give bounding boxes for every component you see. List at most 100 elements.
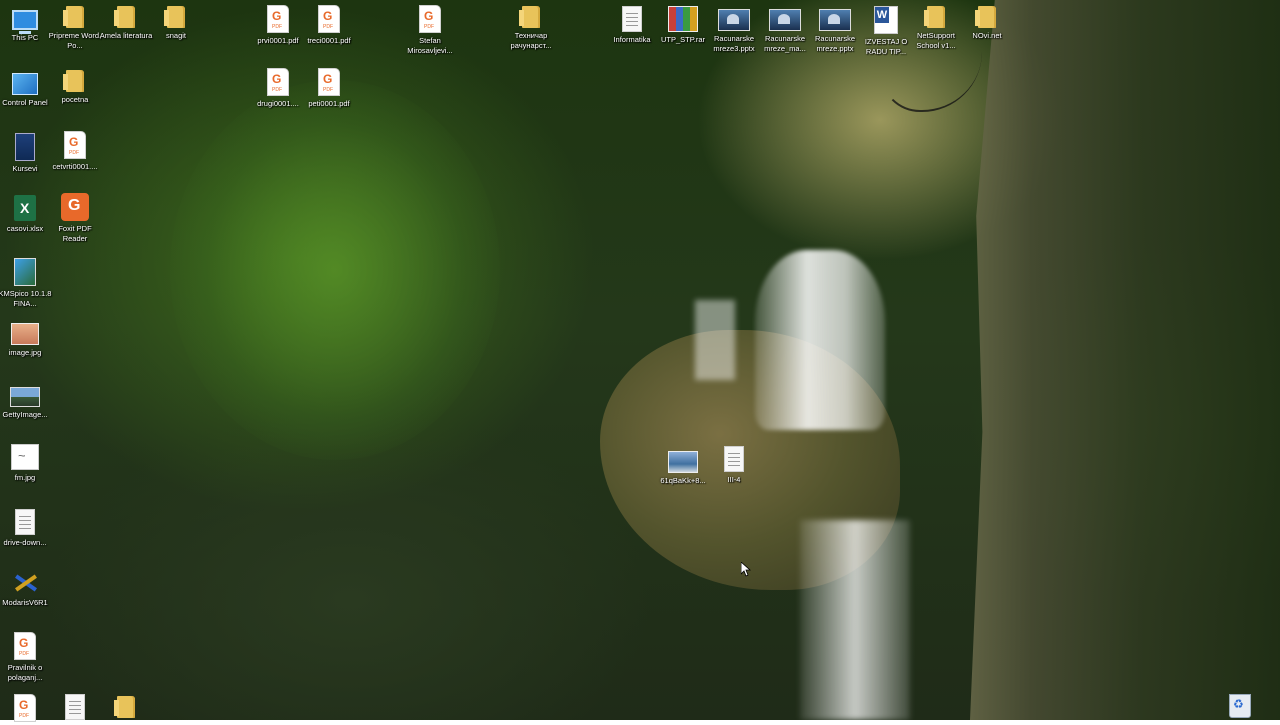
desktop-icon-bottom-pdf[interactable] bbox=[0, 694, 52, 725]
desktop-icon-snagit[interactable]: snagit bbox=[149, 6, 203, 41]
desktop-icon-label: Stefan Mirosavljevi... bbox=[407, 36, 453, 55]
desktop-icon-tehnicar[interactable]: Техничар рачунарст... bbox=[504, 6, 558, 50]
wallpaper-waterfall-lower bbox=[800, 520, 910, 720]
desktop-icon-pocetna[interactable]: pocetna bbox=[48, 70, 102, 105]
desktop-icon-bottom-folder[interactable] bbox=[99, 696, 153, 721]
desktop-icon-label: drugi0001.... bbox=[257, 99, 299, 108]
desktop-icon-bottom-doc[interactable] bbox=[48, 694, 102, 723]
desktop-icon-kursevi[interactable]: Kursevi bbox=[0, 133, 52, 174]
pdf-icon bbox=[318, 5, 340, 33]
desktop-icon-label: snagit bbox=[165, 31, 186, 40]
desktop-icon-peti-pdf[interactable]: peti0001.pdf bbox=[302, 68, 356, 109]
powerpoint-icon bbox=[769, 9, 801, 31]
folder-icon bbox=[114, 696, 135, 718]
wallpaper-cliff bbox=[970, 0, 1280, 720]
desktop-icon-label: Racunarske mreze.pptx bbox=[814, 34, 856, 53]
desktop-icon-label: KMSpico 10.1.8 FINA... bbox=[0, 289, 52, 308]
pdf-icon bbox=[14, 632, 36, 660]
modaris-icon bbox=[12, 571, 38, 595]
folder-icon bbox=[924, 6, 945, 28]
desktop-icon-label: Informatika bbox=[613, 35, 651, 44]
desktop-wallpaper bbox=[0, 0, 1280, 720]
desktop-icon-61qbakk[interactable]: 61qBaKk+8... bbox=[656, 448, 710, 486]
desktop-icon-label: fm.jpg bbox=[14, 473, 36, 482]
desktop-icon-kmspico[interactable]: KMSpico 10.1.8 FINA... bbox=[0, 258, 52, 308]
desktop-icon-label: 61qBaKk+8... bbox=[660, 476, 706, 485]
wallpaper-waterfall-small bbox=[695, 300, 735, 380]
word-icon bbox=[874, 6, 898, 34]
kmspico-icon bbox=[14, 258, 36, 286]
desktop-icon-label: Control Panel bbox=[2, 98, 48, 107]
document-icon bbox=[622, 6, 642, 32]
pdf-icon bbox=[318, 68, 340, 96]
desktop-icon-label: NOvi.net bbox=[972, 31, 1002, 40]
desktop-icon-racunarske-mreze[interactable]: Racunarske mreze.pptx bbox=[808, 6, 862, 53]
desktop-icon-label: peti0001.pdf bbox=[308, 99, 350, 108]
desktop-icon-label: Pravilnik o polaganj... bbox=[7, 663, 43, 682]
desktop-icon-racunarske-mreze-ma[interactable]: Racunarske mreze_ma... bbox=[758, 6, 812, 53]
desktop-icon-amela-literatura[interactable]: Amela literatura bbox=[99, 6, 153, 41]
folder-icon bbox=[519, 6, 540, 28]
desktop-icon-label: Racunarske mreze_ma... bbox=[764, 34, 806, 53]
folder-icon bbox=[114, 6, 135, 28]
desktop-icon-control-panel[interactable]: Control Panel bbox=[0, 70, 52, 108]
desktop-icon-label: Racunarske mreze3.pptx bbox=[713, 34, 755, 53]
foxit-reader-icon bbox=[61, 193, 89, 221]
pdf-icon bbox=[267, 68, 289, 96]
desktop-icon-treci-pdf[interactable]: treci0001.pdf bbox=[302, 5, 356, 46]
desktop-icon-netsupport[interactable]: NetSupport School v1... bbox=[909, 6, 963, 50]
desktop-icon-this-pc[interactable]: This PC bbox=[0, 6, 52, 43]
desktop-icon-label: prvi0001.pdf bbox=[257, 36, 299, 45]
this-pc-icon bbox=[12, 10, 38, 34]
desktop-icon-label: GettyImage... bbox=[2, 410, 48, 419]
desktop-icon-label: Техничар рачунарст... bbox=[510, 31, 552, 50]
image-icon bbox=[11, 323, 39, 345]
desktop-icon-casovi-xlsx[interactable]: casovi.xlsx bbox=[0, 195, 52, 234]
desktop-icon-fm-jpg[interactable]: fm.jpg bbox=[0, 444, 52, 483]
pdf-icon bbox=[14, 694, 36, 722]
desktop-icon-utp-stp-rar[interactable]: UTP_STP.rar bbox=[656, 6, 710, 45]
desktop-icon-label: pocetna bbox=[61, 95, 89, 104]
desktop-icon-label: image.jpg bbox=[8, 348, 42, 357]
desktop-icon-iii-4[interactable]: III-4 bbox=[707, 446, 761, 485]
powerpoint-icon bbox=[819, 9, 851, 31]
folder-icon bbox=[164, 6, 185, 28]
desktop-icon-informatika[interactable]: Informatika bbox=[605, 6, 659, 45]
desktop-icon-label: ModarisV6R1 bbox=[2, 598, 48, 607]
desktop-icon-izvestaj[interactable]: IZVESTAJ O RADU TIP... bbox=[859, 6, 913, 56]
folder-icon bbox=[63, 6, 84, 28]
photo-icon bbox=[668, 451, 698, 473]
folder-icon bbox=[63, 70, 84, 92]
desktop-icon-foxit-reader[interactable]: Foxit PDF Reader bbox=[48, 193, 102, 243]
image-icon bbox=[11, 444, 39, 470]
document-icon bbox=[15, 509, 35, 535]
desktop-icon-label: Foxit PDF Reader bbox=[58, 224, 92, 243]
desktop-icon-recycle-bin[interactable] bbox=[1213, 694, 1267, 721]
desktop-icon-drugi-pdf[interactable]: drugi0001.... bbox=[251, 68, 305, 109]
desktop-icon-gettyimages[interactable]: GettyImage... bbox=[0, 383, 52, 420]
pointer-arrow-icon bbox=[741, 562, 752, 577]
excel-icon bbox=[14, 195, 36, 221]
recycle-bin-icon bbox=[1229, 694, 1251, 718]
desktop-icon-modaris[interactable]: ModarisV6R1 bbox=[0, 571, 52, 608]
desktop-icon-novi-net[interactable]: NOvi.net bbox=[960, 6, 1014, 41]
desktop-icon-label: UTP_STP.rar bbox=[660, 35, 706, 44]
pdf-icon bbox=[64, 131, 86, 159]
desktop-icon-drive-download[interactable]: drive-down... bbox=[0, 509, 52, 548]
desktop-icon-label: treci0001.pdf bbox=[307, 36, 351, 45]
desktop-icon-racunarske-mreze3[interactable]: Racunarske mreze3.pptx bbox=[707, 6, 761, 53]
desktop-icon-prvi-pdf[interactable]: prvi0001.pdf bbox=[251, 5, 305, 46]
desktop-icon-cetvrti-pdf[interactable]: cetvrti0001.... bbox=[48, 131, 102, 172]
desktop-icon-label: III-4 bbox=[727, 475, 741, 484]
folder-icon bbox=[975, 6, 996, 28]
desktop-icon-label: IZVESTAJ O RADU TIP... bbox=[864, 37, 908, 56]
desktop-icon-label: drive-down... bbox=[3, 538, 47, 547]
desktop-icon-pravilnik[interactable]: Pravilnik o polaganj... bbox=[0, 632, 52, 682]
desktop-icon-pripreme[interactable]: Pripreme Word, Po... bbox=[48, 6, 102, 50]
desktop-icon-image-jpg[interactable]: image.jpg bbox=[0, 320, 52, 358]
desktop-icon-label: This PC bbox=[11, 33, 39, 42]
document-icon bbox=[65, 694, 85, 720]
desktop-icon-stefan[interactable]: Stefan Mirosavljevi... bbox=[403, 5, 457, 55]
rar-archive-icon bbox=[668, 6, 698, 32]
pdf-icon bbox=[419, 5, 441, 33]
